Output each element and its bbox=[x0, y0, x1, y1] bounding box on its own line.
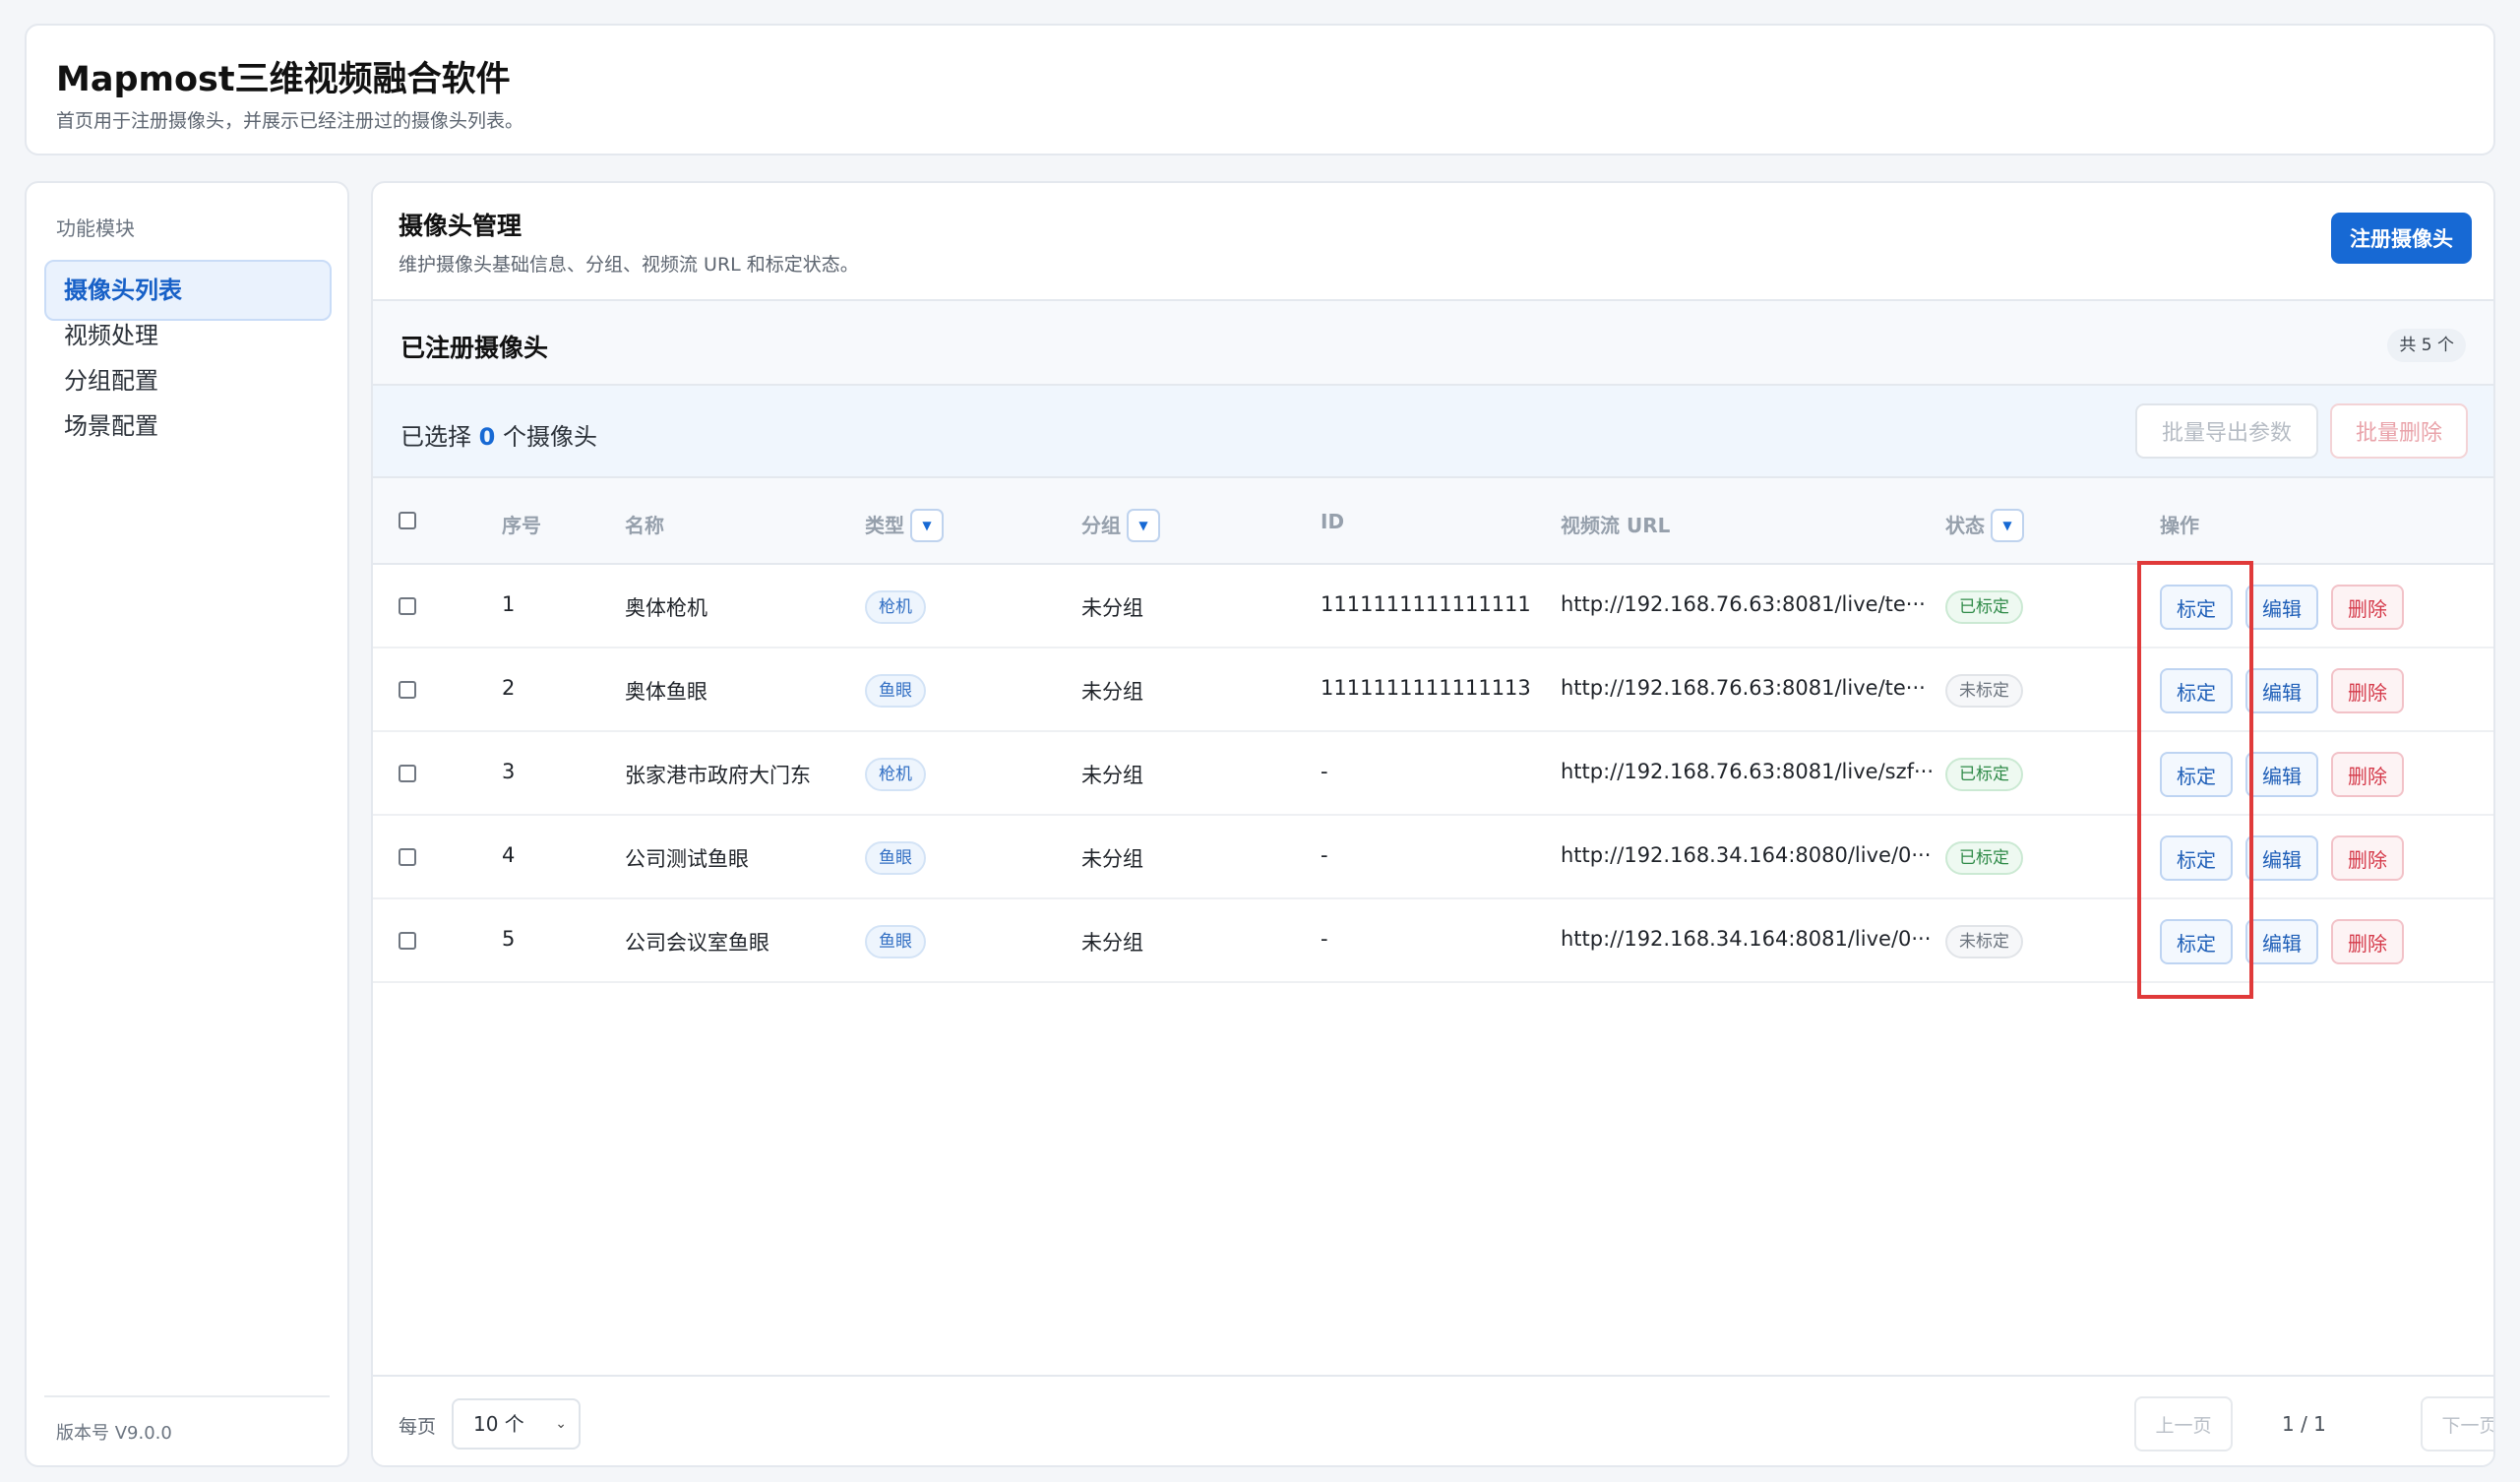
edit-button[interactable]: 编辑 bbox=[2245, 752, 2318, 797]
row-checkbox[interactable] bbox=[399, 765, 416, 782]
delete-button[interactable]: 删除 bbox=[2331, 835, 2404, 881]
cell-name: 奥体鱼眼 bbox=[625, 680, 707, 704]
header-group-label: 分组 bbox=[1081, 514, 1121, 537]
table-header: 序号 名称 类型 ▼ 分组 ▼ ID 视频流 URL 状态 ▼ 操作 bbox=[373, 478, 2493, 565]
group-filter-icon[interactable]: ▼ bbox=[1127, 508, 1160, 542]
selection-text: 已选择 0 个摄像头 bbox=[400, 417, 597, 452]
header-actions: 操作 bbox=[2160, 514, 2199, 537]
next-page-button[interactable]: 下一页 bbox=[2421, 1396, 2493, 1451]
pagination-bar: 每页 10 个 ⌄ 上一页 1 / 1 下一页 bbox=[373, 1375, 2493, 1465]
header-group: 分组 ▼ bbox=[1081, 508, 1160, 542]
delete-button[interactable]: 删除 bbox=[2331, 668, 2404, 713]
delete-button[interactable]: 删除 bbox=[2331, 752, 2404, 797]
cell-url: http://192.168.34.164:8080/live/0··· bbox=[1561, 843, 1932, 867]
cell-group: 未分组 bbox=[1081, 764, 1143, 787]
row-checkbox[interactable] bbox=[399, 848, 416, 866]
cell-url: http://192.168.76.63:8081/live/te··· bbox=[1561, 592, 1926, 616]
per-page-value: 10 个 bbox=[473, 1412, 524, 1436]
row-checkbox[interactable] bbox=[399, 597, 416, 615]
sidebar: 功能模块 摄像头列表 视频处理 分组配置 场景配置 版本号 V9.0.0 bbox=[25, 181, 349, 1467]
cell-id: - bbox=[1321, 927, 1328, 951]
select-all-checkbox[interactable] bbox=[399, 512, 416, 529]
app-title: Mapmost三维视频融合软件 bbox=[56, 60, 511, 99]
header-index: 序号 bbox=[502, 514, 541, 537]
status-badge: 已标定 bbox=[1945, 841, 2023, 875]
sidebar-divider bbox=[44, 1395, 330, 1397]
app-header: Mapmost三维视频融合软件 首页用于注册摄像头，并展示已经注册过的摄像头列表… bbox=[25, 24, 2495, 155]
cell-name: 张家港市政府大门东 bbox=[625, 764, 811, 787]
header-type: 类型 ▼ bbox=[865, 508, 944, 542]
type-tag: 枪机 bbox=[865, 590, 926, 624]
header-status: 状态 ▼ bbox=[1945, 508, 2024, 542]
header-name: 名称 bbox=[625, 514, 664, 537]
cell-group: 未分组 bbox=[1081, 680, 1143, 704]
header-id: ID bbox=[1321, 510, 1345, 533]
cell-id: 1111111111111111 bbox=[1321, 592, 1531, 616]
type-tag: 鱼眼 bbox=[865, 925, 926, 958]
per-page-label: 每页 bbox=[399, 1416, 437, 1438]
cell-name: 奥体枪机 bbox=[625, 596, 707, 620]
cell-index: 5 bbox=[502, 927, 516, 951]
register-camera-button[interactable]: 注册摄像头 bbox=[2331, 213, 2472, 264]
type-tag: 鱼眼 bbox=[865, 674, 926, 708]
status-filter-icon[interactable]: ▼ bbox=[1991, 508, 2024, 542]
type-filter-icon[interactable]: ▼ bbox=[910, 508, 944, 542]
registered-section-header: 已注册摄像头 共 5 个 bbox=[373, 299, 2493, 386]
app-subtitle: 首页用于注册摄像头，并展示已经注册过的摄像头列表。 bbox=[56, 110, 524, 132]
status-badge: 未标定 bbox=[1945, 925, 2023, 958]
batch-export-button[interactable]: 批量导出参数 bbox=[2135, 403, 2318, 459]
header-type-label: 类型 bbox=[865, 514, 904, 537]
header-url: 视频流 URL bbox=[1561, 514, 1671, 537]
registered-title: 已注册摄像头 bbox=[400, 334, 549, 362]
prev-page-button[interactable]: 上一页 bbox=[2134, 1396, 2233, 1451]
selection-prefix: 已选择 bbox=[400, 423, 471, 451]
cell-group: 未分组 bbox=[1081, 847, 1143, 871]
status-badge: 已标定 bbox=[1945, 758, 2023, 791]
row-checkbox[interactable] bbox=[399, 932, 416, 950]
batch-delete-button[interactable]: 批量删除 bbox=[2330, 403, 2468, 459]
cell-id: 1111111111111113 bbox=[1321, 676, 1531, 700]
selection-suffix: 个摄像头 bbox=[502, 423, 597, 451]
chevron-down-icon: ⌄ bbox=[555, 1416, 567, 1432]
sidebar-section-label: 功能模块 bbox=[56, 216, 135, 240]
cell-index: 1 bbox=[502, 592, 516, 616]
cell-url: http://192.168.76.63:8081/live/te··· bbox=[1561, 676, 1926, 700]
selection-count: 0 bbox=[478, 423, 496, 451]
version-label: 版本号 V9.0.0 bbox=[56, 1423, 172, 1444]
status-badge: 未标定 bbox=[1945, 674, 2023, 708]
manager-title: 摄像头管理 bbox=[399, 212, 522, 240]
edit-button[interactable]: 编辑 bbox=[2245, 919, 2318, 964]
cell-index: 3 bbox=[502, 760, 516, 783]
cell-id: - bbox=[1321, 760, 1328, 783]
cell-url: http://192.168.76.63:8081/live/szf··· bbox=[1561, 760, 1935, 783]
cell-name: 公司会议室鱼眼 bbox=[625, 931, 769, 955]
main-panel: 摄像头管理 维护摄像头基础信息、分组、视频流 URL 和标定状态。 注册摄像头 … bbox=[371, 181, 2495, 1467]
edit-button[interactable]: 编辑 bbox=[2245, 585, 2318, 630]
cell-index: 4 bbox=[502, 843, 516, 867]
cell-id: - bbox=[1321, 843, 1328, 867]
edit-button[interactable]: 编辑 bbox=[2245, 668, 2318, 713]
edit-button[interactable]: 编辑 bbox=[2245, 835, 2318, 881]
count-badge: 共 5 个 bbox=[2387, 329, 2466, 362]
per-page-select[interactable]: 10 个 ⌄ bbox=[452, 1398, 581, 1450]
cell-group: 未分组 bbox=[1081, 931, 1143, 955]
sidebar-item-scene-config[interactable]: 场景配置 bbox=[44, 396, 332, 457]
header-status-label: 状态 bbox=[1945, 514, 1985, 537]
selection-bar: 已选择 0 个摄像头 批量导出参数 批量删除 bbox=[373, 386, 2493, 478]
status-badge: 已标定 bbox=[1945, 590, 2023, 624]
cell-name: 公司测试鱼眼 bbox=[625, 847, 749, 871]
cell-group: 未分组 bbox=[1081, 596, 1143, 620]
manager-subtitle: 维护摄像头基础信息、分组、视频流 URL 和标定状态。 bbox=[399, 254, 859, 276]
delete-button[interactable]: 删除 bbox=[2331, 919, 2404, 964]
cell-url: http://192.168.34.164:8081/live/0··· bbox=[1561, 927, 1932, 951]
delete-button[interactable]: 删除 bbox=[2331, 585, 2404, 630]
calibrate-column-highlight bbox=[2137, 561, 2253, 999]
type-tag: 鱼眼 bbox=[865, 841, 926, 875]
page-info: 1 / 1 bbox=[2282, 1412, 2326, 1436]
row-checkbox[interactable] bbox=[399, 681, 416, 699]
cell-index: 2 bbox=[502, 676, 516, 700]
type-tag: 枪机 bbox=[865, 758, 926, 791]
